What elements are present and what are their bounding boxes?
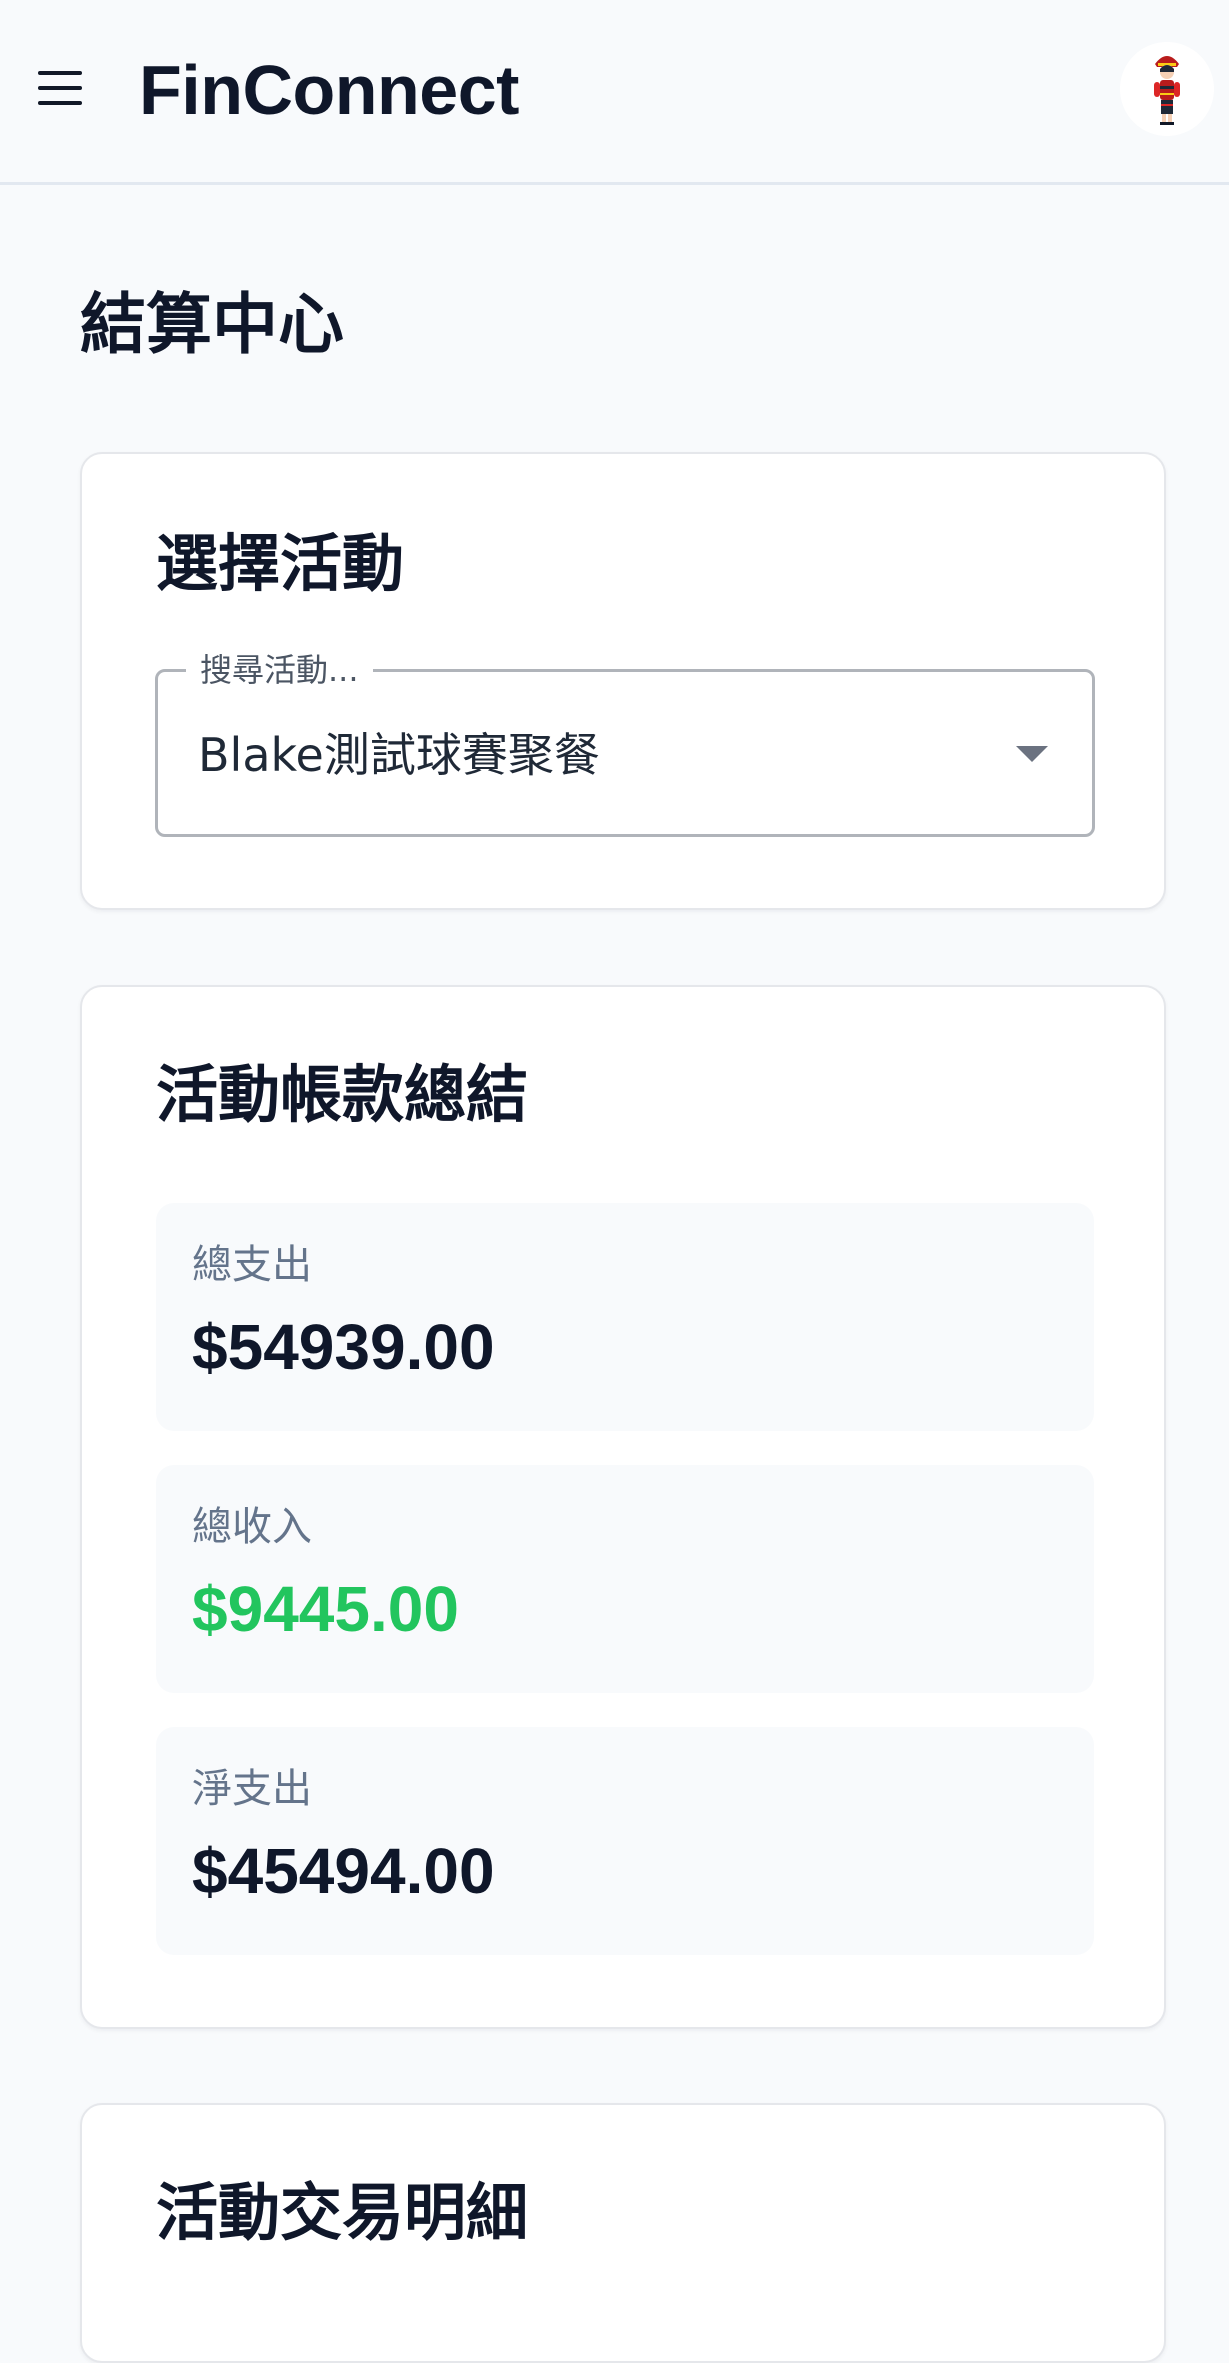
net-expense-box: 淨支出 $45494.00 (156, 1727, 1094, 1955)
total-income-box: 總收入 $9445.00 (156, 1465, 1094, 1693)
activity-search-label: 搜尋活動... (186, 650, 373, 690)
total-income-value: $9445.00 (192, 1573, 459, 1645)
select-activity-title: 選擇活動 (156, 527, 405, 600)
select-activity-card: 選擇活動 搜尋活動... Blake測試球賽聚餐 (80, 452, 1166, 910)
page-title: 結算中心 (80, 286, 344, 363)
activity-summary-card: 活動帳款總結 總支出 $54939.00 總收入 $9445.00 淨支出 $4… (80, 985, 1166, 2029)
net-expense-value: $45494.00 (192, 1835, 495, 1907)
total-expense-value: $54939.00 (192, 1311, 495, 1383)
menu-button[interactable] (32, 60, 88, 116)
activity-summary-title: 活動帳款總結 (156, 1058, 529, 1131)
activity-select[interactable]: 搜尋活動... Blake測試球賽聚餐 (155, 650, 1095, 837)
total-expense-label: 總支出 (192, 1242, 312, 1288)
activity-selected-value: Blake測試球賽聚餐 (198, 728, 600, 782)
total-expense-box: 總支出 $54939.00 (156, 1203, 1094, 1431)
app-title: FinConnect (139, 51, 519, 129)
activity-transactions-title: 活動交易明細 (156, 2176, 529, 2249)
caret-down-icon[interactable] (1016, 746, 1048, 762)
total-income-label: 總收入 (192, 1504, 312, 1550)
menu-icon (38, 71, 82, 105)
net-expense-label: 淨支出 (192, 1766, 312, 1812)
app-bar: FinConnect (0, 0, 1229, 185)
avatar-figure-image (1120, 42, 1214, 136)
activity-transactions-card: 活動交易明細 (80, 2103, 1166, 2363)
user-avatar[interactable] (1120, 42, 1214, 136)
